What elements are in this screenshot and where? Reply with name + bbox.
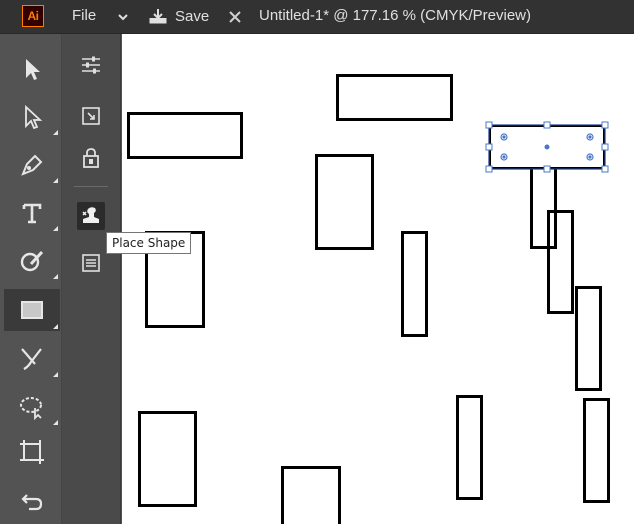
pen-tool[interactable]	[4, 145, 60, 185]
rectangle-tool[interactable]	[4, 289, 60, 331]
undo-button[interactable]	[4, 481, 60, 521]
rectangle-shape[interactable]	[547, 210, 574, 314]
logo-text: Ai	[27, 9, 40, 23]
rectangle-shape[interactable]	[281, 466, 341, 524]
paintbrush-tool[interactable]	[4, 339, 60, 379]
rectangle-shape[interactable]	[575, 286, 602, 391]
direct-selection-tool[interactable]	[4, 97, 60, 137]
lock-button[interactable]	[77, 144, 105, 172]
save-icon	[149, 9, 167, 24]
shaper-icon	[20, 250, 44, 272]
artboard-canvas[interactable]	[122, 34, 634, 524]
save-label: Save	[175, 7, 210, 25]
shaper-tool[interactable]	[4, 241, 60, 281]
sliders-icon	[82, 56, 100, 74]
selected-shape[interactable]	[484, 120, 610, 174]
panel-divider	[74, 186, 108, 187]
rectangle-shape[interactable]	[401, 231, 428, 337]
artboard-icon	[20, 440, 44, 464]
document-title: Untitled-1* @ 177.16 % (CMYK/Preview)	[259, 7, 531, 24]
save-button[interactable]: Save	[148, 6, 209, 26]
transform-button[interactable]	[77, 102, 105, 130]
illustrator-logo: Ai	[22, 5, 44, 27]
properties-panel-strip	[62, 34, 121, 524]
rectangle-shape[interactable]	[583, 398, 610, 503]
file-menu[interactable]: File	[72, 7, 96, 24]
center-point	[544, 144, 550, 150]
rectangle-shape[interactable]	[456, 395, 483, 500]
tool-group-indicator	[53, 130, 58, 135]
tool-group-indicator	[53, 274, 58, 279]
undo-icon	[21, 494, 43, 511]
type-tool[interactable]	[4, 193, 60, 233]
artboard-tool[interactable]	[4, 432, 60, 472]
tool-group-indicator	[53, 420, 58, 425]
lasso-tool[interactable]	[4, 387, 60, 427]
tooltip: Place Shape	[106, 232, 192, 254]
tool-group-indicator	[53, 178, 58, 183]
type-icon	[22, 203, 42, 224]
place-shape-icon	[82, 207, 99, 223]
place-shape-button[interactable]	[77, 202, 105, 230]
rectangle-shape[interactable]	[336, 74, 453, 121]
rectangle-icon	[21, 301, 43, 319]
tool-group-indicator	[53, 372, 58, 377]
pen-icon	[21, 154, 43, 176]
document-icon	[82, 254, 100, 272]
arrow-icon	[26, 59, 40, 80]
rectangle-shape[interactable]	[315, 154, 374, 250]
tools-toolbar	[0, 34, 62, 524]
rectangle-shape[interactable]	[127, 112, 243, 159]
top-bar: Ai File Save Untitled-1* @ 177.16 % (CMY…	[0, 0, 634, 34]
hollow-arrow-icon	[25, 105, 43, 129]
rectangle-shape[interactable]	[138, 411, 197, 507]
tool-group-indicator	[53, 324, 58, 329]
properties-button[interactable]	[77, 51, 105, 79]
brush-icon	[21, 348, 42, 371]
chevron-down-icon[interactable]	[116, 10, 130, 24]
tool-group-indicator	[53, 226, 58, 231]
close-icon[interactable]	[228, 10, 242, 24]
lasso-icon	[20, 397, 42, 420]
lock-icon	[83, 148, 99, 168]
transform-icon	[82, 107, 100, 125]
selection-tool[interactable]	[4, 49, 60, 89]
document-button[interactable]	[77, 249, 105, 277]
